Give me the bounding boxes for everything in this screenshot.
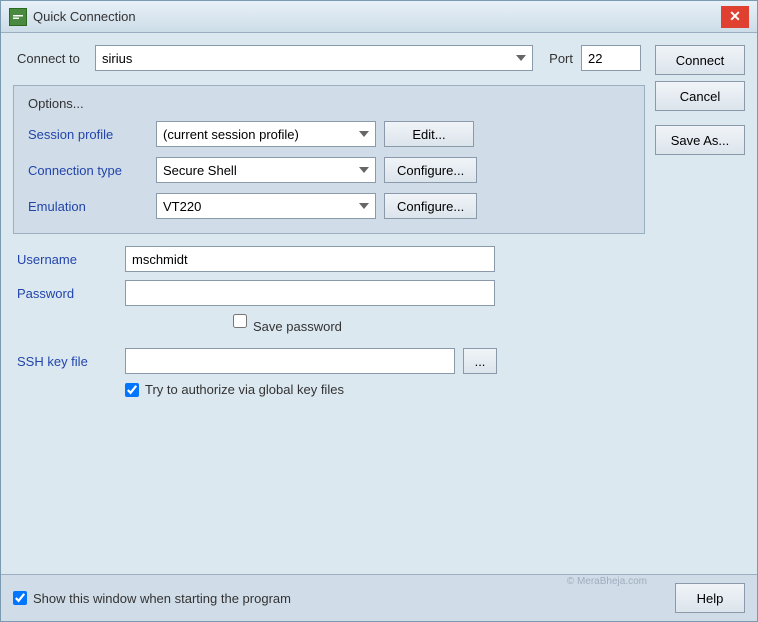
connect-row: Connect to sirius Port — [13, 45, 645, 71]
watermark: © MeraBheja.com — [567, 576, 647, 587]
save-password-label: Save password — [253, 319, 342, 334]
help-button[interactable]: Help — [675, 583, 745, 613]
ssh-key-row: SSH key file ... — [17, 348, 641, 374]
title-bar: Quick Connection ✕ — [1, 1, 757, 33]
dialog-title: Quick Connection — [33, 9, 136, 24]
sidebar-buttons: Connect Cancel Save As... — [655, 45, 745, 562]
title-bar-left: Quick Connection — [9, 8, 136, 26]
global-key-checkbox[interactable] — [125, 383, 139, 397]
password-label: Password — [17, 286, 117, 301]
show-window-label: Show this window when starting the progr… — [33, 591, 291, 606]
dialog-body: Connect to sirius Port Options... Sessio… — [1, 33, 757, 574]
save-password-checkbox[interactable] — [233, 314, 247, 328]
cancel-button[interactable]: Cancel — [655, 81, 745, 111]
emulation-label: Emulation — [28, 199, 148, 214]
credentials-section: Username Password Save password SSH key … — [13, 246, 645, 407]
quick-connection-dialog: Quick Connection ✕ Connect to sirius Por… — [0, 0, 758, 622]
port-label: Port — [549, 51, 573, 66]
save-as-button[interactable]: Save As... — [655, 125, 745, 155]
connect-to-label: Connect to — [17, 51, 87, 66]
connection-configure-button[interactable]: Configure... — [384, 157, 477, 183]
session-profile-row: Session profile (current session profile… — [28, 121, 630, 147]
connect-button[interactable]: Connect — [655, 45, 745, 75]
password-input[interactable] — [125, 280, 495, 306]
footer-left: Show this window when starting the progr… — [13, 591, 291, 606]
main-content: Connect to sirius Port Options... Sessio… — [13, 45, 645, 562]
connect-to-input[interactable]: sirius — [95, 45, 533, 71]
username-input[interactable] — [125, 246, 495, 272]
options-group: Options... Session profile (current sess… — [13, 85, 645, 234]
connection-type-row: Connection type Secure Shell Configure..… — [28, 157, 630, 183]
global-key-row: Try to authorize via global key files — [125, 382, 641, 397]
close-button[interactable]: ✕ — [721, 6, 749, 28]
global-key-label: Try to authorize via global key files — [145, 382, 344, 397]
emulation-row: Emulation VT220 Configure... — [28, 193, 630, 219]
edit-button[interactable]: Edit... — [384, 121, 474, 147]
session-profile-select[interactable]: (current session profile) — [156, 121, 376, 147]
app-icon — [9, 8, 27, 26]
show-window-checkbox[interactable] — [13, 591, 27, 605]
ssh-key-label: SSH key file — [17, 354, 117, 369]
password-row: Password — [17, 280, 641, 306]
username-row: Username — [17, 246, 641, 272]
save-password-row: Save password — [125, 314, 641, 338]
browse-button[interactable]: ... — [463, 348, 497, 374]
username-label: Username — [17, 252, 117, 267]
ssh-key-input[interactable] — [125, 348, 455, 374]
emulation-configure-button[interactable]: Configure... — [384, 193, 477, 219]
connection-type-label: Connection type — [28, 163, 148, 178]
connection-type-select[interactable]: Secure Shell — [156, 157, 376, 183]
emulation-select[interactable]: VT220 — [156, 193, 376, 219]
options-legend: Options... — [28, 96, 630, 111]
port-input[interactable] — [581, 45, 641, 71]
session-profile-label: Session profile — [28, 127, 148, 142]
